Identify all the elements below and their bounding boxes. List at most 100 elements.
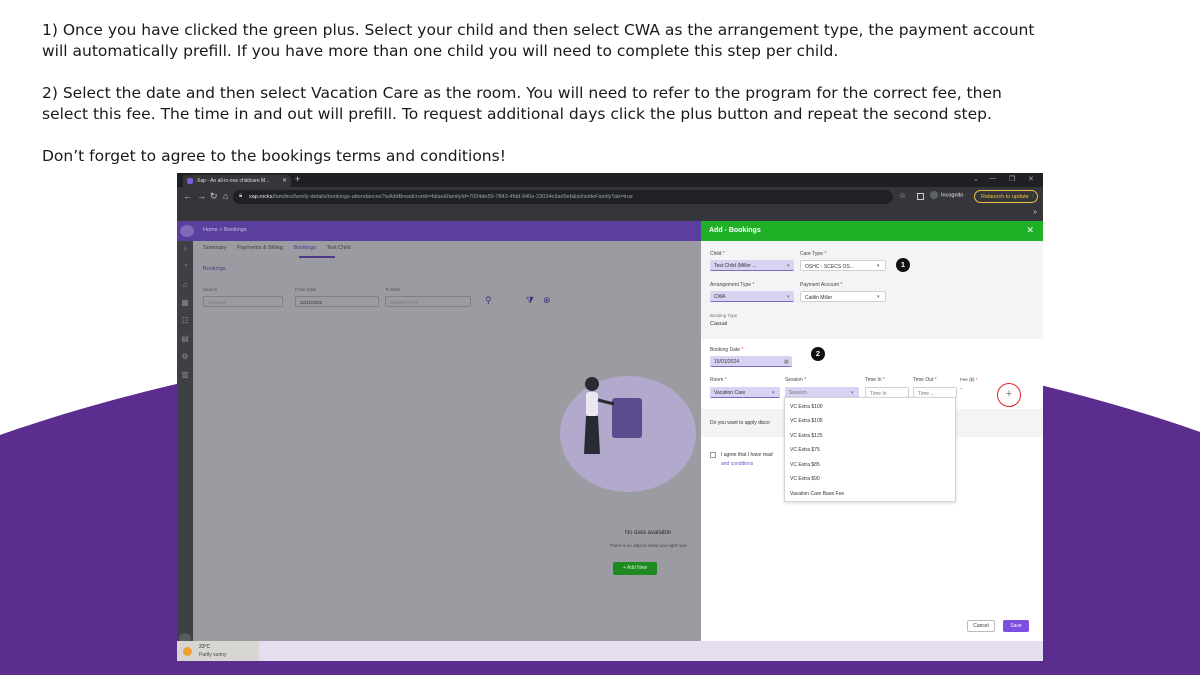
- family-bookings-page: Summary Payments & Billing Bookings Test…: [193, 241, 701, 641]
- session-option[interactable]: Vacation Care Base Fee: [790, 491, 844, 497]
- subtab-bookings[interactable]: Bookings: [203, 266, 226, 272]
- room-label: Room *: [710, 377, 727, 383]
- chevron-down-icon: ▾: [772, 390, 775, 396]
- add-day-plus-button[interactable]: +: [997, 383, 1021, 407]
- session-option[interactable]: VC Extra $125: [790, 433, 823, 439]
- browser-tab-bar: Xap - An all-in-one childcare M... ✕ + ⌄…: [177, 173, 1043, 187]
- minimize-icon[interactable]: —: [989, 175, 996, 182]
- from-date-label: From Date: [295, 287, 317, 292]
- tab-summary[interactable]: Summary: [203, 245, 227, 251]
- forward-icon[interactable]: →: [197, 191, 206, 201]
- terms-link[interactable]: and conditions: [721, 461, 753, 467]
- to-date-field[interactable]: DD/MM/YYYY: [385, 296, 471, 307]
- session-option[interactable]: VC Extra $85: [790, 462, 820, 468]
- session-option[interactable]: VC Extra $90: [790, 476, 820, 482]
- cancel-button[interactable]: Cancel: [967, 620, 995, 632]
- weather-widget[interactable]: 23°C Partly sunny: [177, 641, 259, 661]
- add-circle-icon[interactable]: ⊕: [543, 295, 551, 306]
- back-icon[interactable]: ←: [183, 191, 192, 201]
- chevron-down-icon: ▾: [787, 294, 790, 300]
- search-icon[interactable]: ⚲: [485, 295, 492, 306]
- child-select[interactable]: Test Child (Miller ...: [710, 260, 794, 271]
- arrangement-type-label: Arrangement Type *: [710, 282, 755, 288]
- weather-temp: 23°C: [199, 644, 211, 650]
- address-bar-row: ← → ↻ ⌂ 🔒︎ xap.rocks/families/family-det…: [177, 187, 1043, 207]
- chevron-down-icon: ▾: [877, 294, 880, 300]
- time-out-label: Time Out *: [913, 377, 937, 383]
- session-label: Session *: [785, 377, 807, 383]
- calendar-icon[interactable]: ▤: [180, 335, 190, 343]
- sidepanel-icon[interactable]: [917, 193, 924, 200]
- care-type-select[interactable]: OSHC - SCECS OS...: [800, 260, 886, 271]
- from-date-field[interactable]: 22/11/2023: [295, 296, 379, 307]
- session-option[interactable]: VC Extra $100: [790, 404, 823, 410]
- close-icon[interactable]: ✕: [282, 177, 287, 184]
- payment-account-label: Payment Account *: [800, 282, 843, 288]
- reload-icon[interactable]: ↻: [210, 191, 218, 202]
- terms-checkbox[interactable]: [710, 452, 716, 458]
- home-nav-icon[interactable]: ⌂: [180, 281, 190, 289]
- home-icon[interactable]: ⌂: [223, 191, 228, 201]
- url-path: /families/family-details/bookings-attend…: [272, 194, 633, 200]
- browser-tab[interactable]: Xap - An all-in-one childcare M... ✕: [183, 175, 291, 187]
- incognito-icon: [930, 191, 938, 199]
- fee-value: -: [960, 386, 962, 392]
- calendar-icon[interactable]: ▦: [784, 359, 789, 365]
- search-input[interactable]: Keyword: [203, 296, 283, 307]
- relaunch-label: Relaunch to update: [981, 194, 1029, 200]
- lock-icon: 🔒︎: [239, 193, 243, 199]
- room-select[interactable]: Vacation Care: [710, 387, 780, 398]
- chevron-down-icon[interactable]: ⌄: [973, 175, 979, 183]
- step-1-marker: 1: [896, 258, 910, 272]
- xap-logo-icon: [187, 178, 193, 184]
- building-icon[interactable]: ▦: [180, 299, 190, 307]
- weather-desc: Partly sunny: [199, 652, 227, 658]
- child-section: [701, 241, 1043, 339]
- app-window: Home > Bookings › ◔ ⌂ ▦ ☷ ▤ ⚙ ▥ Help Sum…: [177, 221, 1043, 661]
- reports-icon[interactable]: ▥: [180, 371, 190, 379]
- expand-icon[interactable]: ›: [180, 245, 190, 253]
- booking-date-field[interactable]: 15/01/2024: [710, 356, 792, 367]
- app-logo: [180, 225, 194, 237]
- tab-title: Xap - An all-in-one childcare M...: [197, 178, 270, 184]
- booking-type-label: Booking Type: [710, 313, 738, 318]
- close-icon[interactable]: ✕: [1026, 225, 1034, 236]
- care-type-label: Care Type *: [800, 251, 827, 257]
- browser-screenshot: Xap - An all-in-one childcare M... ✕ + ⌄…: [177, 173, 1043, 661]
- save-button[interactable]: Save: [1003, 620, 1029, 632]
- active-tab-indicator: [299, 256, 335, 258]
- tab-test-child[interactable]: Test Child: [327, 245, 351, 251]
- families-icon[interactable]: ☷: [180, 317, 190, 325]
- tab-payments-billing[interactable]: Payments & Billing: [237, 245, 283, 251]
- bookmark-bar: »: [177, 207, 1043, 221]
- chevron-down-icon: ▾: [877, 263, 880, 269]
- left-nav: › ◔ ⌂ ▦ ☷ ▤ ⚙ ▥ Help: [177, 241, 193, 652]
- session-option[interactable]: VC Extra $75: [790, 447, 820, 453]
- restore-icon[interactable]: ❐: [1009, 175, 1015, 183]
- settings-icon[interactable]: ⚙: [180, 353, 190, 361]
- more-bookmarks-icon[interactable]: »: [1033, 209, 1037, 216]
- bookmark-star-icon[interactable]: ☆: [899, 191, 906, 200]
- session-option[interactable]: VC Extra $105: [790, 418, 823, 424]
- url-input[interactable]: 🔒︎ xap.rocks/families/family-details/boo…: [233, 190, 893, 204]
- fee-label: Fee ($) *: [960, 377, 978, 382]
- drawer-header: Add - Bookings ✕: [701, 221, 1043, 241]
- drawer-title: Add - Bookings: [709, 227, 761, 234]
- add-bookings-drawer: Add - Bookings ✕ Child * Test Child (Mil…: [701, 221, 1043, 641]
- relaunch-button[interactable]: Relaunch to update ⋮: [974, 190, 1038, 203]
- session-dropdown: VC Extra $100 VC Extra $105 VC Extra $12…: [784, 397, 956, 502]
- incognito-label: Incognito: [941, 192, 964, 199]
- filter-icon[interactable]: ⧩: [526, 295, 534, 306]
- dashboard-icon[interactable]: ◔: [180, 262, 190, 270]
- empty-state-title: No data available: [624, 530, 672, 536]
- tab-bookings[interactable]: Bookings: [293, 245, 316, 251]
- page-tabs: Summary Payments & Billing Bookings Test…: [203, 245, 360, 251]
- discount-question: Do you want to apply disco: [710, 420, 770, 426]
- breadcrumb[interactable]: Home > Bookings: [203, 227, 247, 233]
- instruction-reminder: Don’t forget to agree to the bookings te…: [42, 147, 506, 165]
- new-tab-icon[interactable]: +: [295, 174, 300, 184]
- arrangement-type-select[interactable]: CWA: [710, 291, 794, 302]
- add-new-button[interactable]: + Add New: [613, 562, 657, 575]
- payment-account-select[interactable]: Caitlin Miller: [800, 291, 886, 302]
- close-window-icon[interactable]: ✕: [1028, 175, 1034, 183]
